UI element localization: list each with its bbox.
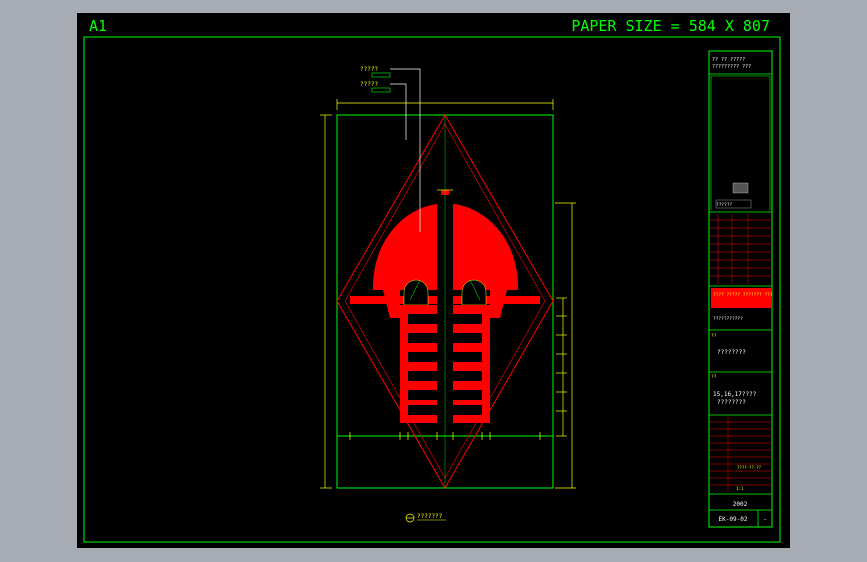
rung-gap	[408, 371, 437, 381]
title-header-line-2: ????????? ???	[712, 64, 751, 70]
callout-bottom-label: ?????	[360, 81, 378, 88]
sheet-mark: -	[763, 516, 767, 523]
bottom-note: ???????	[417, 513, 443, 520]
project-value: ????????	[717, 349, 746, 356]
drawing-line-2: ????????	[717, 399, 746, 406]
cad-viewport[interactable]: A1 PAPER SIZE = 584 X 807 ????? ????? ??…	[0, 0, 867, 562]
rung-gap	[453, 333, 482, 343]
arch-right	[461, 279, 487, 306]
company-sub: ???????????	[713, 316, 743, 322]
size-code: A1	[89, 17, 107, 35]
year-value: 2002	[733, 501, 748, 508]
paper-size-label: PAPER SIZE = 584 X 807	[571, 17, 770, 35]
rung-gap	[408, 405, 437, 415]
ratio-value: 1:1	[736, 486, 744, 491]
company-name: ???? ????? ??????? ???	[713, 292, 773, 298]
rung-gap	[408, 333, 437, 343]
stamp-image	[732, 182, 749, 194]
callout-top-label: ?????	[360, 66, 378, 73]
arch-left	[403, 279, 429, 306]
rung-gap	[408, 314, 437, 324]
rung-gap	[453, 390, 482, 400]
drawing-number: EK-09-02	[719, 516, 748, 523]
rung-gap	[453, 405, 482, 415]
rung-gap	[453, 314, 482, 324]
rung-gap	[453, 352, 482, 362]
date-value: ????-??-??	[737, 465, 762, 470]
company-banner	[711, 288, 771, 308]
stamp-line: ??????	[716, 202, 733, 208]
rung-gap	[408, 352, 437, 362]
title-header-line-1: ?? ?? ?????	[712, 57, 745, 63]
rung-gap	[408, 390, 437, 400]
drawing-label: ??	[711, 374, 717, 380]
drawing-line-1: 15,16,17????	[713, 391, 757, 398]
rung-gap	[453, 371, 482, 381]
project-label: ??	[711, 333, 717, 339]
